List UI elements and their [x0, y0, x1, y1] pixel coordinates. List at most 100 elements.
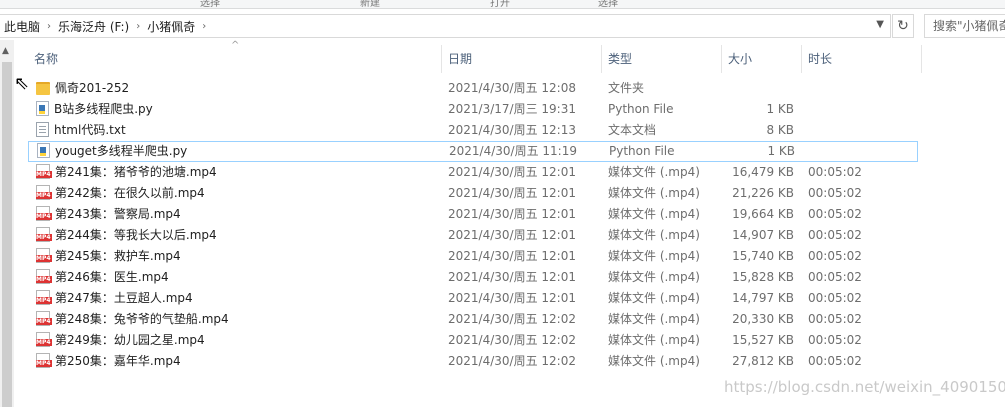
file-type: 文件夹: [608, 81, 645, 95]
chevron-down-icon[interactable]: ▼: [876, 19, 884, 30]
chevron-right-icon[interactable]: ›: [199, 21, 209, 32]
file-row[interactable]: 第245集：救护车.mp4 2021/4/30/周五 12:01 媒体文件 (.mp…: [28, 246, 918, 267]
ribbon-label[interactable]: 选择: [200, 0, 220, 8]
file-row[interactable]: 佩奇201-252 2021/4/30/周五 12:08 文件夹: [28, 78, 918, 99]
file-size: 1 KB: [767, 144, 795, 158]
file-row[interactable]: 第248集：兔爷爷的气垫船.mp4 2021/4/30/周五 12:02 媒体文件 …: [28, 309, 918, 330]
file-name: 第245集：救护车.mp4: [55, 249, 181, 263]
file-name-cell: 第246集：医生.mp4: [36, 267, 436, 288]
file-row[interactable]: B站多线程爬虫.py 2021/3/17/周三 19:31 Python File 1…: [28, 99, 918, 120]
file-name-cell: 第243集：警察局.mp4: [36, 204, 436, 225]
file-name: 第244集：等我长大以后.mp4: [55, 228, 217, 242]
file-row[interactable]: html代码.txt 2021/4/30/周五 12:13 文本文档 8 KB: [28, 120, 918, 141]
file-name-cell: 第248集：兔爷爷的气垫船.mp4: [36, 309, 436, 330]
file-date: 2021/4/30/周五 12:02: [448, 333, 576, 347]
file-size: 27,812 KB: [732, 354, 794, 368]
column-header-duration[interactable]: 时长: [802, 45, 922, 73]
file-type: 媒体文件 (.mp4): [608, 354, 700, 368]
file-date: 2021/4/30/周五 12:01: [448, 228, 576, 242]
file-name-cell: 第242集：在很久以前.mp4: [36, 183, 436, 204]
python-file-icon: [37, 143, 50, 158]
file-type: 媒体文件 (.mp4): [608, 228, 700, 242]
file-name: 第248集：兔爷爷的气垫船.mp4: [55, 312, 229, 326]
file-duration: 00:05:02: [808, 228, 862, 242]
file-duration: 00:05:02: [808, 165, 862, 179]
mp4-file-icon: [36, 311, 52, 326]
file-duration: 00:05:02: [808, 207, 862, 221]
file-name: 第249集：幼儿园之星.mp4: [55, 333, 205, 347]
column-header-size[interactable]: 大小: [722, 45, 802, 73]
file-row[interactable]: 第249集：幼儿园之星.mp4 2021/4/30/周五 12:02 媒体文件 (.…: [28, 330, 918, 351]
file-type: 媒体文件 (.mp4): [608, 165, 700, 179]
file-duration: 00:05:02: [808, 333, 862, 347]
chevron-right-icon[interactable]: ›: [44, 21, 54, 32]
file-row[interactable]: 第243集：警察局.mp4 2021/4/30/周五 12:01 媒体文件 (.mp…: [28, 204, 918, 225]
text-file-icon: [36, 122, 49, 137]
file-size: 21,226 KB: [732, 186, 794, 200]
file-name: 第246集：医生.mp4: [55, 270, 169, 284]
mp4-file-icon: [36, 227, 52, 242]
column-headers: ^ 名称 日期 类型 大小 时长: [28, 40, 928, 73]
file-type: 媒体文件 (.mp4): [608, 186, 700, 200]
file-name: 第243集：警察局.mp4: [55, 207, 181, 221]
file-name-cell: B站多线程爬虫.py: [36, 99, 436, 120]
search-input[interactable]: 搜索"小猪佩奇": [924, 14, 1005, 38]
file-name: 第242集：在很久以前.mp4: [55, 186, 205, 200]
file-duration: 00:05:02: [808, 312, 862, 326]
file-size: 15,740 KB: [732, 249, 794, 263]
chevron-right-icon[interactable]: ›: [133, 21, 143, 32]
file-size: 1 KB: [766, 102, 794, 116]
ribbon-label[interactable]: 打开: [490, 0, 510, 8]
column-header-type[interactable]: 类型: [602, 45, 722, 73]
file-type: Python File: [608, 102, 674, 116]
file-name: 第247集：土豆超人.mp4: [55, 291, 193, 305]
ribbon-label[interactable]: 新建: [360, 0, 380, 8]
file-type: 媒体文件 (.mp4): [608, 291, 700, 305]
scrollbar-thumb[interactable]: [2, 62, 12, 407]
column-header-name[interactable]: 名称: [28, 45, 442, 73]
file-duration: 00:05:02: [808, 270, 862, 284]
file-type: 媒体文件 (.mp4): [608, 249, 700, 263]
file-date: 2021/4/30/周五 12:13: [448, 123, 576, 137]
breadcrumb-this-pc[interactable]: 此电脑: [0, 18, 44, 35]
breadcrumb-drive[interactable]: 乐海泛舟 (F:): [54, 18, 133, 35]
file-name: 第241集：猪爷爷的池塘.mp4: [55, 165, 217, 179]
column-header-date[interactable]: 日期: [442, 45, 602, 73]
file-duration: 00:05:02: [808, 186, 862, 200]
scroll-up-arrow-icon[interactable]: ▲: [2, 46, 9, 56]
file-name-cell: 第249集：幼儿园之星.mp4: [36, 330, 436, 351]
file-size: 8 KB: [766, 123, 794, 137]
file-row[interactable]: youget多线程半爬虫.py 2021/4/30/周五 11:19 Python …: [28, 141, 918, 162]
file-row[interactable]: 第241集：猪爷爷的池塘.mp4 2021/4/30/周五 12:01 媒体文件 (…: [28, 162, 918, 183]
mouse-cursor-icon: ⇖: [14, 73, 30, 94]
file-size: 15,527 KB: [732, 333, 794, 347]
file-row[interactable]: 第246集：医生.mp4 2021/4/30/周五 12:01 媒体文件 (.mp4…: [28, 267, 918, 288]
refresh-button[interactable]: ↻: [892, 14, 914, 38]
address-bar-row: 此电脑 › 乐海泛舟 (F:) › 小猪佩奇 › ▼ ↻ 搜索"小猪佩奇": [0, 12, 1005, 40]
file-type: 文本文档: [608, 123, 657, 137]
vertical-scrollbar[interactable]: ▲: [0, 40, 14, 407]
file-date: 2021/4/30/周五 12:01: [448, 291, 576, 305]
refresh-icon: ↻: [897, 18, 909, 34]
file-date: 2021/4/30/周五 12:01: [448, 165, 576, 179]
file-name-cell: 第247集：土豆超人.mp4: [36, 288, 436, 309]
file-row[interactable]: 第242集：在很久以前.mp4 2021/4/30/周五 12:01 媒体文件 (.…: [28, 183, 918, 204]
file-name: 佩奇201-252: [55, 81, 130, 95]
mp4-file-icon: [36, 290, 52, 305]
file-name: youget多线程半爬虫.py: [55, 144, 188, 158]
file-date: 2021/4/30/周五 12:01: [448, 270, 576, 284]
address-bar[interactable]: 此电脑 › 乐海泛舟 (F:) › 小猪佩奇 › ▼: [0, 14, 891, 38]
file-row[interactable]: 第244集：等我长大以后.mp4 2021/4/30/周五 12:01 媒体文件 (…: [28, 225, 918, 246]
file-type: 媒体文件 (.mp4): [608, 207, 700, 221]
file-size: 14,907 KB: [732, 228, 794, 242]
file-row[interactable]: 第247集：土豆超人.mp4 2021/4/30/周五 12:01 媒体文件 (.m…: [28, 288, 918, 309]
file-size: 14,797 KB: [732, 291, 794, 305]
breadcrumb-folder[interactable]: 小猪佩奇: [143, 18, 199, 35]
python-file-icon: [36, 101, 49, 116]
file-name-cell: html代码.txt: [36, 120, 436, 141]
file-duration: 00:05:02: [808, 291, 862, 305]
ribbon-label[interactable]: 选择: [598, 0, 618, 8]
watermark: https://blog.csdn.net/weixin_40901505: [724, 378, 1005, 396]
file-date: 2021/4/30/周五 11:19: [449, 144, 577, 158]
file-row[interactable]: 第250集：嘉年华.mp4 2021/4/30/周五 12:02 媒体文件 (.mp…: [28, 351, 918, 372]
